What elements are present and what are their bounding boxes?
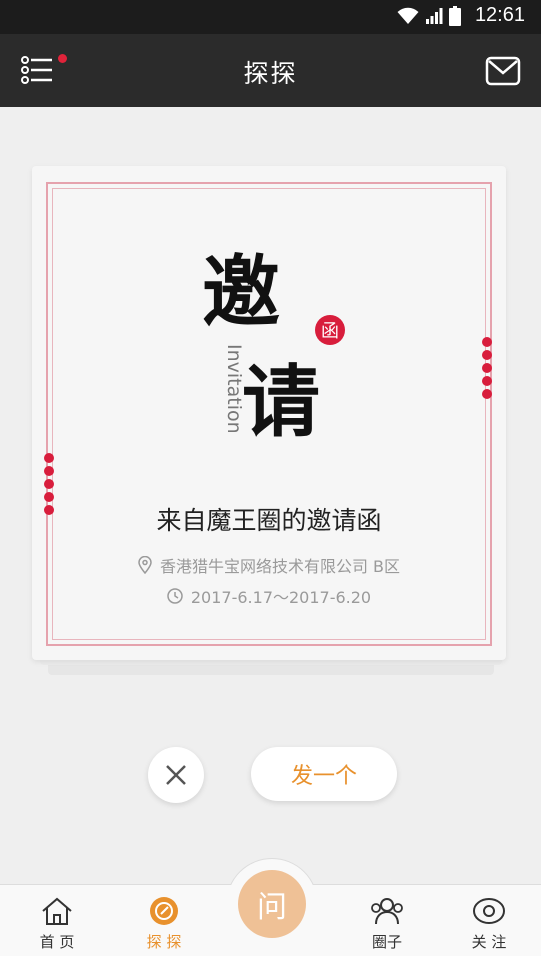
date-row: 2017-6.17～2017-6.20 <box>32 584 506 608</box>
location-pin-icon <box>138 556 152 574</box>
tab-circles-label: 圈子 <box>371 933 402 951</box>
location-text: 香港猎牛宝网络技术有限公司 B区 <box>159 557 401 576</box>
battery-icon <box>448 5 461 26</box>
date-range-text: 2017-6.17～2017-6.20 <box>190 588 372 607</box>
status-icons: 12:61 <box>397 4 525 27</box>
calligraphy-char-2: 请 <box>242 357 320 444</box>
eye-icon <box>473 898 505 924</box>
tab-tantan[interactable]: 探 探 <box>119 885 209 956</box>
wifi-icon <box>397 7 419 24</box>
tab-home[interactable]: 首 页 <box>12 885 102 956</box>
mail-icon <box>485 56 521 86</box>
tab-home-label: 首 页 <box>39 933 75 951</box>
ask-button[interactable]: 问 <box>238 870 306 938</box>
invitation-title: 来自魔王圈的邀请函 <box>156 506 382 535</box>
invitation-calligraphy: 邀 请 Invitation 函 <box>202 244 382 448</box>
invitation-english: Invitation <box>223 344 245 434</box>
app-header: 探探 <box>0 34 541 107</box>
tab-follow[interactable]: 关 注 <box>444 885 534 956</box>
send-one-button[interactable]: 发一个 <box>251 747 397 801</box>
home-icon <box>42 897 72 925</box>
tab-circles[interactable]: 圈子 <box>342 885 432 956</box>
status-time: 12:61 <box>474 4 525 26</box>
clock-icon <box>167 588 183 604</box>
dismiss-button[interactable] <box>148 747 204 803</box>
signal-icon <box>425 7 443 24</box>
page-title: 探探 <box>243 59 298 88</box>
tab-tantan-label: 探 探 <box>146 933 182 951</box>
location-row: 香港猎牛宝网络技术有限公司 B区 <box>32 553 506 577</box>
mail-button[interactable] <box>485 56 521 86</box>
status-bar: 12:61 <box>0 0 541 34</box>
tab-follow-label: 关 注 <box>471 933 507 951</box>
seal-char: 函 <box>321 321 339 342</box>
group-icon <box>371 898 403 925</box>
right-decor-dots <box>482 337 492 399</box>
calligraphy-char-1: 邀 <box>202 247 280 338</box>
compass-icon <box>150 897 178 925</box>
close-icon <box>166 765 186 785</box>
invitation-card[interactable]: 邀 请 Invitation 函 来自魔王圈的邀请函 香港猎牛宝网络技术有限公司… <box>32 166 506 660</box>
